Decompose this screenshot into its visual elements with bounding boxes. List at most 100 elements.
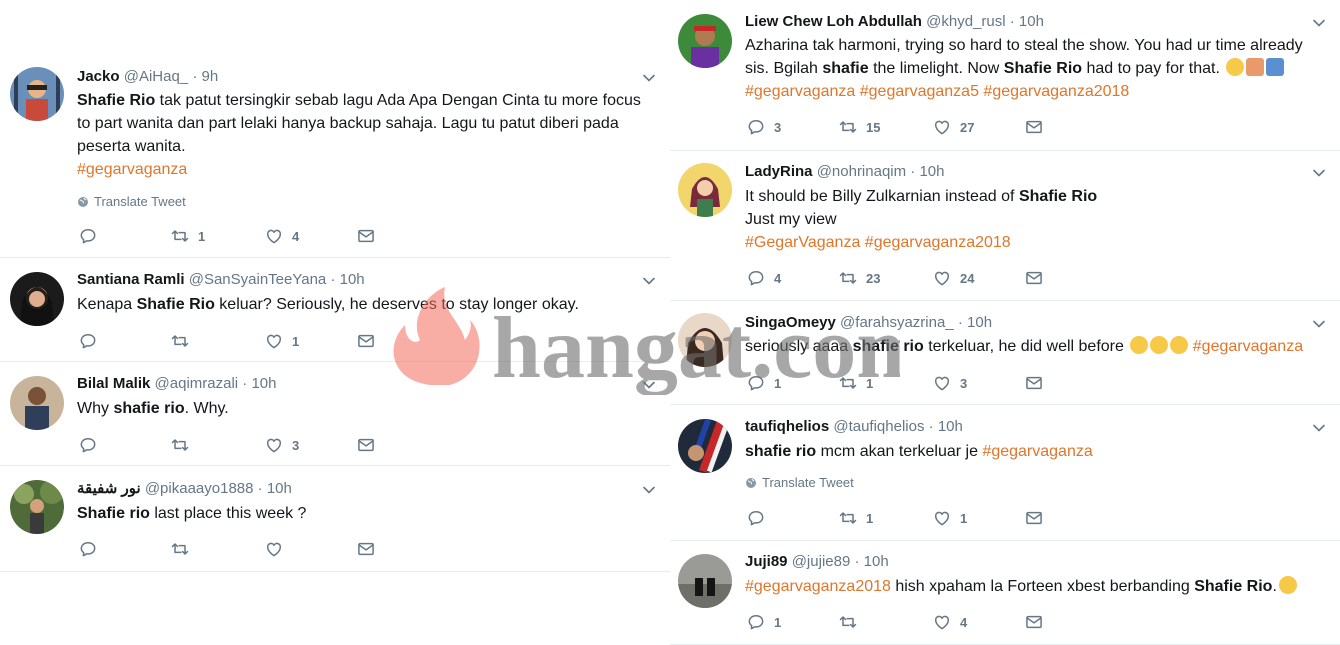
tweet[interactable]: taufiqhelios @taufiqhelios · 10h shafie …: [670, 405, 1340, 541]
reply-button[interactable]: 1: [746, 373, 781, 393]
hashtag-link[interactable]: #gegarvaganza: [77, 161, 187, 178]
like-button[interactable]: 1: [264, 331, 299, 351]
user-handle[interactable]: @AiHaq_: [124, 68, 188, 85]
avatar[interactable]: [678, 163, 732, 217]
tweet[interactable]: Jacko @AiHaq_ · 9h Shafie Rio tak patut …: [0, 55, 670, 258]
direct-message-button[interactable]: [1024, 268, 1044, 288]
hashtag-link[interactable]: #gegarvaganza: [1193, 338, 1303, 355]
chevron-down-icon[interactable]: [642, 378, 656, 392]
avatar[interactable]: [678, 14, 732, 68]
tweet-time[interactable]: 10h: [919, 163, 944, 180]
user-handle[interactable]: @nohrinaqim: [817, 163, 906, 180]
reply-button[interactable]: [78, 539, 106, 559]
tweet[interactable]: نور شفيقة @pikaaayo1888 · 10h Shafie rio…: [0, 466, 670, 572]
chevron-down-icon[interactable]: [642, 71, 656, 85]
reply-button[interactable]: 3: [746, 117, 781, 137]
reply-button[interactable]: [78, 435, 106, 455]
user-name[interactable]: LadyRina: [745, 163, 813, 180]
reply-button[interactable]: [78, 226, 106, 246]
mention-text: shafie rio: [745, 443, 817, 460]
direct-message-button[interactable]: [1024, 373, 1044, 393]
chevron-down-icon[interactable]: [1312, 166, 1326, 180]
retweet-button[interactable]: 15: [838, 117, 880, 137]
avatar[interactable]: [678, 313, 732, 367]
tweet-time[interactable]: 10h: [967, 314, 992, 331]
chevron-down-icon[interactable]: [642, 274, 656, 288]
user-name[interactable]: Santiana Ramli: [77, 271, 185, 288]
chevron-down-icon[interactable]: [1312, 16, 1326, 30]
tweet[interactable]: Santiana Ramli @SanSyainTeeYana · 10h Ke…: [0, 258, 670, 362]
hashtag-link[interactable]: #gegarvaganza2018: [745, 578, 891, 595]
avatar[interactable]: [10, 67, 64, 121]
tweet-time[interactable]: 9h: [202, 68, 219, 85]
avatar[interactable]: [10, 376, 64, 430]
retweet-button[interactable]: [170, 539, 198, 559]
direct-message-button[interactable]: [1024, 612, 1044, 632]
like-button[interactable]: [264, 539, 292, 559]
like-button[interactable]: 1: [932, 508, 967, 528]
tweet-time[interactable]: 10h: [251, 375, 276, 392]
user-name[interactable]: SingaOmeyy: [745, 314, 836, 331]
direct-message-button[interactable]: [356, 226, 376, 246]
like-button[interactable]: 3: [264, 435, 299, 455]
user-name[interactable]: Liew Chew Loh Abdullah: [745, 13, 922, 30]
direct-message-button[interactable]: [1024, 508, 1044, 528]
like-button[interactable]: 4: [264, 226, 299, 246]
hashtag-link[interactable]: #gegarvaganza #gegarvaganza5 #gegarvagan…: [745, 83, 1129, 100]
user-handle[interactable]: @SanSyainTeeYana: [189, 271, 327, 288]
like-button[interactable]: 4: [932, 612, 967, 632]
user-name[interactable]: نور شفيقة: [77, 480, 141, 497]
tweet-time[interactable]: 10h: [267, 480, 292, 497]
like-button[interactable]: 24: [932, 268, 974, 288]
reply-button[interactable]: 4: [746, 268, 781, 288]
translate-label: Translate Tweet: [762, 475, 854, 490]
reply-button[interactable]: 1: [746, 612, 781, 632]
reply-button[interactable]: [78, 331, 106, 351]
tweet-time[interactable]: 10h: [938, 418, 963, 435]
tweet[interactable]: Juji89 @jujie89 · 10h #gegarvaganza2018 …: [670, 541, 1340, 645]
retweet-button[interactable]: 23: [838, 268, 880, 288]
tweet[interactable]: LadyRina @nohrinaqim · 10h It should be …: [670, 151, 1340, 301]
hashtag-link[interactable]: #gegarvaganza: [982, 443, 1092, 460]
user-handle[interactable]: @taufiqhelios: [833, 418, 924, 435]
user-handle[interactable]: @khyd_rusl: [926, 13, 1005, 30]
tweet[interactable]: Liew Chew Loh Abdullah @khyd_rusl · 10h …: [670, 0, 1340, 151]
like-button[interactable]: 3: [932, 373, 967, 393]
like-button[interactable]: 27: [932, 117, 974, 137]
user-name[interactable]: taufiqhelios: [745, 418, 829, 435]
chevron-down-icon[interactable]: [1312, 421, 1326, 435]
user-handle[interactable]: @jujie89: [792, 553, 851, 570]
chevron-down-icon[interactable]: [1312, 317, 1326, 331]
tweet-time[interactable]: 10h: [864, 553, 889, 570]
avatar[interactable]: [678, 554, 732, 608]
tweet-time[interactable]: 10h: [340, 271, 365, 288]
user-name[interactable]: Jacko: [77, 68, 120, 85]
user-name[interactable]: Juji89: [745, 553, 788, 570]
translate-tweet-link[interactable]: Translate Tweet: [745, 475, 854, 490]
direct-message-button[interactable]: [356, 331, 376, 351]
hashtag-link[interactable]: #GegarVaganza #gegarvaganza2018: [745, 234, 1011, 251]
tweet[interactable]: SingaOmeyy @farahsyazrina_ · 10h serious…: [670, 301, 1340, 405]
heart-icon: [264, 539, 284, 559]
tweet[interactable]: Bilal Malik @aqimrazali · 10h Why shafie…: [0, 362, 670, 466]
retweet-button[interactable]: [838, 612, 866, 632]
avatar[interactable]: [678, 419, 732, 473]
retweet-button[interactable]: [170, 331, 198, 351]
tweet-time[interactable]: 10h: [1019, 13, 1044, 30]
user-handle[interactable]: @farahsyazrina_: [840, 314, 954, 331]
reply-button[interactable]: [746, 508, 774, 528]
translate-tweet-link[interactable]: Translate Tweet: [77, 194, 186, 209]
direct-message-button[interactable]: [1024, 117, 1044, 137]
retweet-button[interactable]: 1: [838, 508, 873, 528]
direct-message-button[interactable]: [356, 435, 376, 455]
chevron-down-icon[interactable]: [642, 483, 656, 497]
user-handle[interactable]: @aqimrazali: [155, 375, 239, 392]
retweet-button[interactable]: 1: [170, 226, 205, 246]
user-handle[interactable]: @pikaaayo1888: [145, 480, 254, 497]
user-name[interactable]: Bilal Malik: [77, 375, 150, 392]
retweet-button[interactable]: 1: [838, 373, 873, 393]
direct-message-button[interactable]: [356, 539, 376, 559]
avatar[interactable]: [10, 480, 64, 534]
avatar[interactable]: [10, 272, 64, 326]
retweet-button[interactable]: [170, 435, 198, 455]
